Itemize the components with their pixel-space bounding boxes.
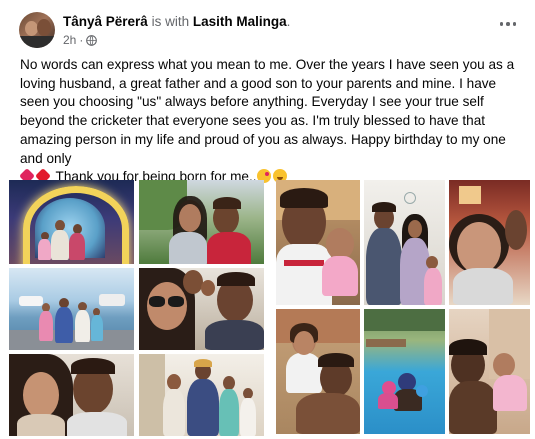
author-avatar[interactable] [19, 12, 55, 48]
author-name[interactable]: Tânyâ Përerâ [63, 14, 148, 29]
more-options-icon[interactable] [494, 14, 522, 34]
photo-father-baby-lying[interactable] [449, 309, 530, 434]
photo-father-daughter-sofa[interactable] [276, 309, 360, 434]
tagged-person[interactable]: Lasith Malinga [193, 14, 287, 29]
meta-separator: · [79, 33, 84, 47]
photo-family-indoor-group[interactable] [139, 354, 264, 436]
globe-icon[interactable] [86, 34, 98, 46]
photo-grid [0, 176, 535, 439]
photo-family-harbour[interactable] [9, 268, 134, 350]
post-timestamp[interactable]: 2h [63, 33, 76, 47]
photo-family-selfie-sunglasses[interactable] [139, 268, 264, 350]
post-message: No words can express what you mean to me… [20, 57, 515, 166]
photo-girl-selfie[interactable] [449, 180, 530, 305]
photo-lantern-arch-family[interactable] [9, 180, 134, 264]
photo-family-pool[interactable] [364, 309, 445, 434]
photo-family-indoor-standing[interactable] [364, 180, 445, 305]
photo-couple-park-selfie[interactable] [139, 180, 264, 264]
post-body: No words can express what you mean to me… [19, 56, 520, 187]
photo-couple-selfie-close[interactable] [9, 354, 134, 436]
tagged-suffix: . [286, 14, 291, 29]
post-meta: 2h · [63, 33, 98, 47]
photo-father-baby-closeup[interactable] [276, 180, 360, 305]
post-author-line: Tânyâ Përerâ is with Lasith Malinga. [63, 14, 290, 29]
post-header: Tânyâ Përerâ is with Lasith Malinga. 2h … [0, 0, 535, 52]
with-label: is with [151, 14, 190, 29]
